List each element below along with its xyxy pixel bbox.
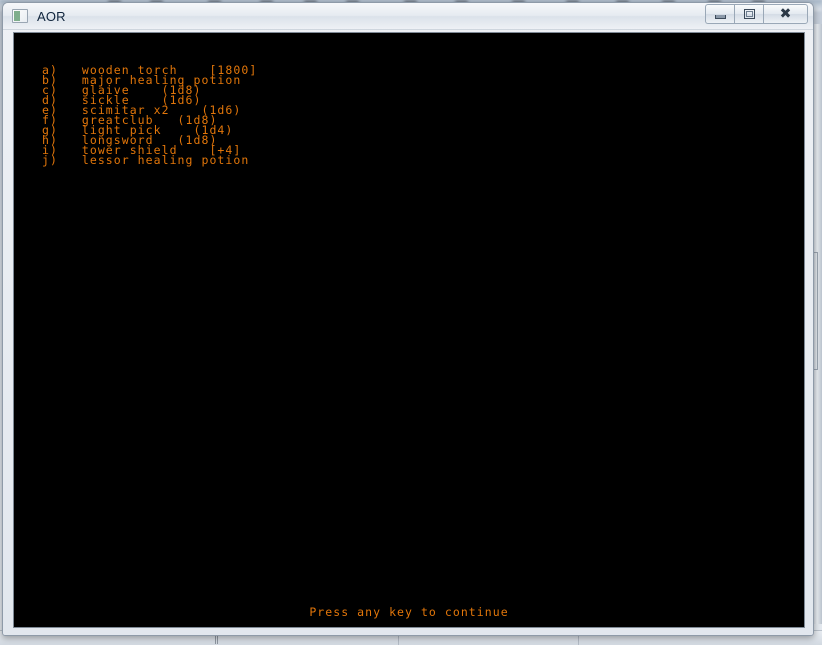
title-bar[interactable]: AOR ✖ <box>3 3 813 30</box>
console-frame: a) wooden torch [1800] b) major healing p… <box>13 32 805 628</box>
window-controls: ✖ <box>705 4 808 24</box>
minimize-button[interactable] <box>705 4 734 24</box>
close-button[interactable]: ✖ <box>763 4 808 24</box>
close-icon: ✖ <box>779 6 792 22</box>
inventory-item-line[interactable]: j) lessor healing potion <box>42 154 257 166</box>
console-app-icon <box>12 9 28 23</box>
maximize-button[interactable] <box>734 4 763 24</box>
console-screen[interactable]: a) wooden torch [1800] b) major healing p… <box>14 33 804 627</box>
taskbar-grip-icon: ‖ <box>214 635 219 644</box>
press-any-key-prompt: Press any key to continue <box>309 605 509 619</box>
application-window: AOR ✖ a) wooden torch [1800] b) major hea… <box>2 2 814 636</box>
window-title: AOR <box>37 8 66 24</box>
minimize-icon <box>714 14 726 19</box>
inventory-item-list: a) wooden torch [1800] b) major healing p… <box>42 64 257 166</box>
maximize-icon <box>743 9 755 19</box>
